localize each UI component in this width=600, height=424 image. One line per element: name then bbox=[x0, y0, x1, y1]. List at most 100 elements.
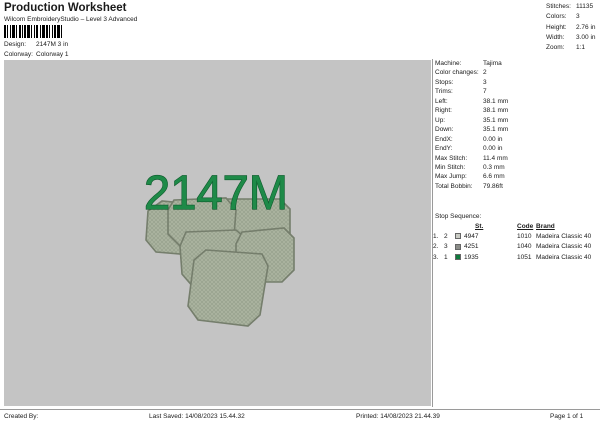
colorway-row: Colorway: Colorway 1 bbox=[4, 51, 69, 58]
stat-value: 3 bbox=[576, 13, 580, 21]
stat-label: Stitches: bbox=[546, 3, 571, 10]
table-row: 3. 1 1935 1051 Madeira Classic 40 bbox=[433, 252, 600, 263]
barcode-bar bbox=[62, 25, 63, 38]
color-number: 2 bbox=[444, 232, 448, 240]
table-row: 1. 2 4947 1010 Madeira Classic 40 bbox=[433, 231, 600, 242]
spec-value: 11.4 mm bbox=[483, 154, 508, 162]
stitch-cell: 4947 bbox=[455, 231, 517, 242]
color-swatch bbox=[455, 254, 461, 261]
spec-value: 35.1 mm bbox=[483, 116, 509, 124]
design-stats: Stitches: 11135 Colors: 3 Height: 2.76 in W… bbox=[546, 2, 596, 53]
col-st: St. bbox=[475, 223, 484, 230]
spec-value: 6.6 mm bbox=[483, 173, 505, 181]
design-label: Design: bbox=[4, 41, 27, 48]
spec-label: Down: bbox=[435, 126, 454, 134]
colorway-value: Colorway 1 bbox=[36, 51, 69, 58]
spec-row: Right: 38.1 mm bbox=[435, 106, 508, 115]
spec-label: Total Bobbin: bbox=[435, 182, 473, 190]
spec-label: Machine: bbox=[435, 60, 462, 67]
stop-sequence-table: St. Code Brand 1. 2 4947 1010 Madeira Cl… bbox=[433, 222, 600, 263]
col-brand: Brand bbox=[536, 223, 555, 230]
stat-label: Colors: bbox=[546, 13, 567, 21]
stitch-count: 4251 bbox=[464, 243, 479, 251]
stat-value: 1:1 bbox=[576, 44, 586, 52]
stat-width: Width: 3.00 in bbox=[546, 33, 596, 43]
design-value: 2147M 3 in bbox=[36, 41, 69, 48]
last-saved: Last Saved: 14/08/2023 15.44.32 bbox=[149, 413, 245, 420]
stitch-cell: 1935 bbox=[455, 252, 517, 263]
spec-row: Down: 35.1 mm bbox=[435, 125, 508, 134]
spec-row: Color changes: 2 bbox=[435, 68, 508, 77]
stop-sequence-title: Stop Sequence: bbox=[435, 213, 482, 220]
stat-value: 11135 bbox=[576, 3, 594, 10]
spec-label: EndX: bbox=[435, 135, 453, 143]
stat-colors: Colors: 3 bbox=[546, 12, 596, 22]
stop-number: 3. bbox=[433, 253, 439, 261]
spec-label: Min Stitch: bbox=[435, 163, 466, 171]
thread-code: 1040 bbox=[517, 243, 532, 251]
stat-height: Height: 2.76 in bbox=[546, 23, 596, 33]
spec-label: Stops: bbox=[435, 78, 454, 86]
design-tile bbox=[187, 249, 269, 327]
col-code: Code bbox=[517, 223, 534, 230]
spec-value: 3 bbox=[483, 78, 487, 86]
spec-label: Up: bbox=[435, 116, 446, 124]
printed-date: Printed: 14/08/2023 21.44.39 bbox=[356, 413, 440, 420]
thread-code: 1051 bbox=[517, 253, 532, 261]
stat-label: Zoom: bbox=[546, 44, 565, 52]
design-lettering: 2147M bbox=[144, 167, 288, 220]
stat-value: 2.76 in bbox=[576, 23, 596, 31]
spec-row: Total Bobbin: 79.86ft bbox=[435, 182, 508, 191]
color-swatch bbox=[455, 233, 461, 240]
spec-label: EndY: bbox=[435, 145, 453, 153]
spec-row: EndX: 0.00 in bbox=[435, 135, 508, 144]
col-color bbox=[444, 222, 455, 231]
barcode bbox=[4, 25, 88, 38]
color-number: 3 bbox=[444, 243, 448, 251]
spec-row: Trims: 7 bbox=[435, 87, 508, 96]
spec-value: 0.00 in bbox=[483, 145, 503, 153]
stitch-count: 4947 bbox=[464, 232, 479, 240]
color-number: 1 bbox=[444, 253, 448, 261]
colorway-label: Colorway: bbox=[4, 51, 33, 58]
color-swatch bbox=[455, 243, 461, 250]
spec-label: Trims: bbox=[435, 88, 453, 96]
spec-row: Machine: Tajima bbox=[435, 59, 508, 68]
spec-value: 79.86ft bbox=[483, 182, 503, 190]
spec-value: 38.1 mm bbox=[483, 97, 509, 105]
created-by: Created By: bbox=[4, 413, 39, 420]
stat-zoom: Zoom: 1:1 bbox=[546, 43, 596, 53]
spec-value: 7 bbox=[483, 88, 487, 96]
design-preview-canvas: 2147M bbox=[4, 60, 431, 406]
spec-value: 35.1 mm bbox=[483, 126, 509, 134]
spec-row: Min Stitch: 0.3 mm bbox=[435, 163, 508, 172]
spec-value: 0.00 in bbox=[483, 135, 503, 143]
spec-value: 2 bbox=[483, 69, 487, 77]
spec-row: Left: 38.1 mm bbox=[435, 97, 508, 106]
spec-row: Up: 35.1 mm bbox=[435, 116, 508, 125]
design-row: Design: 2147M 3 in bbox=[4, 41, 68, 48]
worksheet-title: Production Worksheet bbox=[4, 2, 127, 14]
spec-row: EndY: 0.00 in bbox=[435, 144, 508, 153]
col-stop bbox=[433, 222, 444, 231]
spec-label: Color changes: bbox=[435, 69, 479, 77]
stat-label: Width: bbox=[546, 33, 565, 41]
machine-specs: Machine: Tajima Color changes: 2 Stops: 3 T… bbox=[435, 59, 508, 191]
stat-value: 3.00 in bbox=[576, 33, 596, 41]
thread-code: 1010 bbox=[517, 232, 532, 240]
spec-value: 38.1 mm bbox=[483, 107, 509, 115]
thread-brand: Madeira Classic 40 bbox=[536, 253, 592, 261]
stat-stitches: Stitches: 11135 bbox=[546, 2, 596, 12]
spec-label: Right: bbox=[435, 107, 452, 115]
divider-footer bbox=[0, 409, 600, 410]
spec-label: Max Stitch: bbox=[435, 154, 468, 162]
spec-label: Left: bbox=[435, 97, 448, 105]
stop-number: 2. bbox=[433, 243, 439, 251]
spec-row: Stops: 3 bbox=[435, 78, 508, 87]
stop-number: 1. bbox=[433, 232, 439, 240]
stat-label: Height: bbox=[546, 23, 567, 31]
spec-value: 0.3 mm bbox=[483, 163, 505, 171]
stitch-cell: 4251 bbox=[455, 242, 517, 253]
embroidery-design-preview: 2147M bbox=[143, 166, 295, 327]
spec-row: Max Jump: 6.6 mm bbox=[435, 172, 508, 181]
